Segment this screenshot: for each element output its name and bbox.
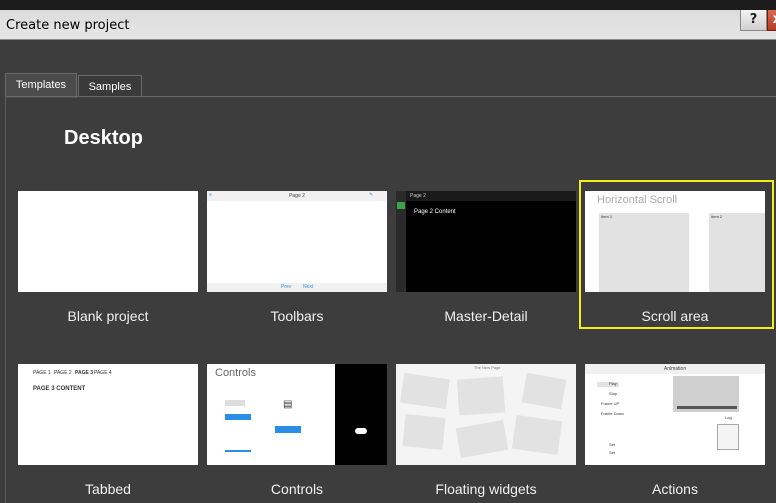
thumb-content: Page 2 Content bbox=[414, 209, 456, 215]
floating-widgets-thumbnail: The New Page bbox=[396, 364, 576, 465]
template-label: Blank project bbox=[67, 308, 149, 324]
title-bar: Create new project ? x bbox=[0, 0, 776, 40]
toolbars-thumbnail: Page 2 ≡ ✎ Prev Next bbox=[207, 191, 387, 292]
document-icon: ▤ bbox=[283, 399, 293, 410]
edit-icon: ✎ bbox=[369, 192, 374, 198]
selection-highlight bbox=[579, 180, 774, 329]
tab-templates[interactable]: Templates bbox=[5, 73, 77, 98]
template-label: Floating widgets bbox=[435, 481, 537, 497]
check-icon bbox=[397, 202, 405, 209]
master-detail-thumbnail: Page 2 Page 2 Content bbox=[396, 191, 576, 292]
thumb-title: Page 2 bbox=[410, 193, 426, 199]
template-label: Actions bbox=[652, 481, 698, 497]
actions-thumbnail: Animation Play Stop Frame UP Frame Down … bbox=[585, 364, 765, 465]
close-button[interactable]: x bbox=[767, 10, 776, 31]
window-title: Create new project bbox=[6, 18, 130, 33]
tab-samples[interactable]: Samples bbox=[78, 75, 142, 97]
template-label: Tabbed bbox=[85, 481, 131, 497]
thumb-next: Next bbox=[303, 284, 314, 290]
template-label: Controls bbox=[270, 481, 324, 497]
template-label: Master-Detail bbox=[444, 308, 528, 324]
template-label: Toolbars bbox=[270, 308, 324, 324]
thumb-prev: Prev bbox=[281, 284, 292, 290]
controls-thumbnail: Controls ▤ bbox=[207, 364, 387, 465]
menu-icon: ≡ bbox=[209, 192, 212, 198]
thumb-toolbar: Page 2 bbox=[207, 191, 387, 201]
tabbed-thumbnail: PAGE 1 PAGE 2 PAGE 3 PAGE 4 PAGE 3 CONTE… bbox=[18, 364, 198, 465]
blank-thumbnail bbox=[18, 191, 198, 292]
help-button[interactable]: ? bbox=[740, 10, 767, 31]
section-title: Desktop bbox=[64, 127, 143, 149]
